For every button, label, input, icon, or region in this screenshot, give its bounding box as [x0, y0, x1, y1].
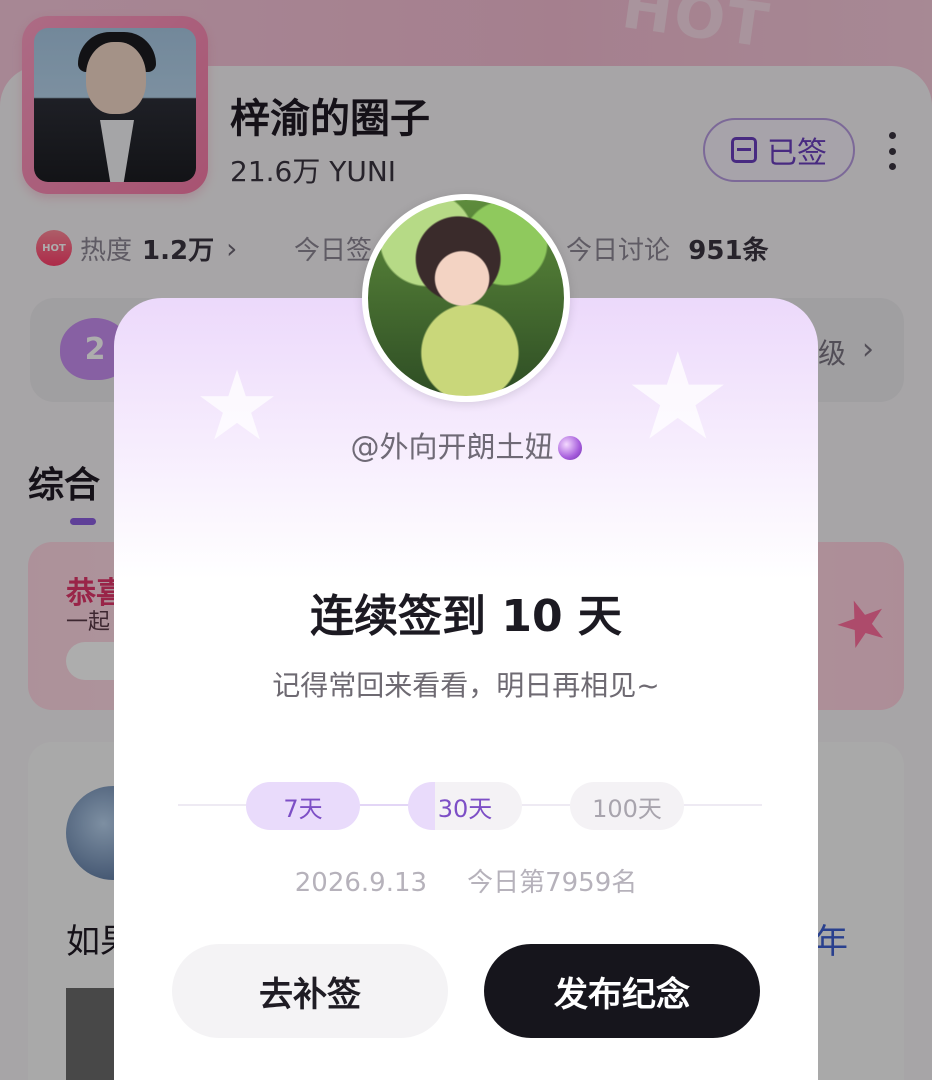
publish-memorial-button[interactable]: 发布纪念 — [484, 944, 760, 1038]
milestone-100-days: 100天 — [570, 782, 684, 830]
checkin-date: 2026.9.13 — [294, 868, 428, 898]
milestone-track-progress — [360, 804, 410, 806]
user-avatar[interactable] — [362, 194, 570, 402]
crystal-ball-icon — [557, 436, 582, 460]
milestone-7-days: 7天 — [246, 782, 360, 830]
makeup-checkin-button[interactable]: 去补签 — [172, 944, 448, 1038]
checkin-rank: 今日第7959名 — [467, 868, 638, 898]
streak-title: 连续签到 10 天 — [310, 591, 622, 642]
username: @外向开朗土妞 — [0, 424, 932, 466]
streak-subtitle: 记得常回来看看，明日再相见~ — [272, 669, 660, 702]
checkin-meta: 2026.9.13 今日第7959名 — [0, 862, 932, 899]
milestone-30-days: 30天 — [408, 782, 522, 830]
